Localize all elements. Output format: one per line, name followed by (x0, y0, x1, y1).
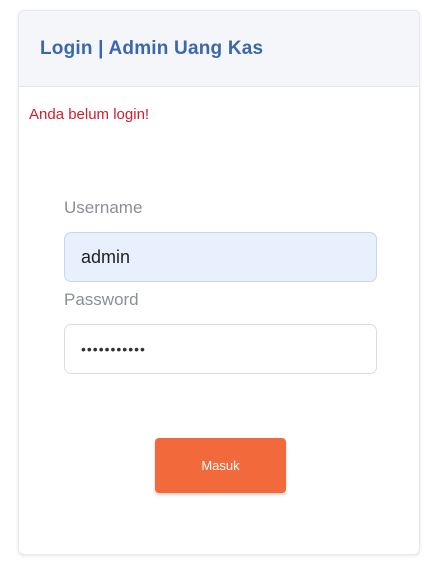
login-card: Login | Admin Uang Kas Anda belum login!… (18, 10, 420, 555)
password-label: Password (64, 290, 139, 309)
login-submit-button[interactable]: Masuk (155, 438, 286, 493)
username-label: Username (64, 198, 143, 217)
username-input[interactable] (64, 232, 377, 282)
login-alert-message: Anda belum login! (29, 106, 150, 123)
password-input[interactable] (64, 324, 377, 374)
card-header: Login | Admin Uang Kas (19, 11, 419, 87)
page-title: Login | Admin Uang Kas (40, 37, 264, 59)
